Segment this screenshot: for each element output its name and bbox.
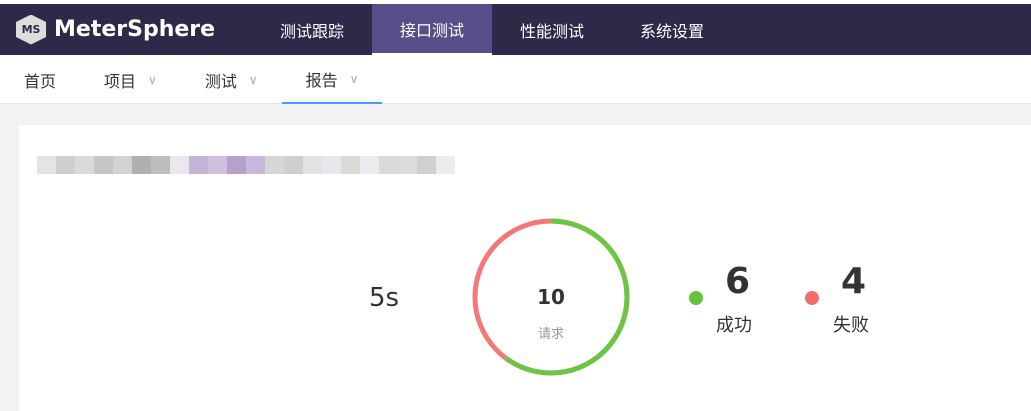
subnav-label: 测试 — [204, 71, 237, 91]
logo-cube-icon: MS — [16, 14, 46, 45]
duration: 5s — [369, 283, 400, 313]
redacted-title — [37, 156, 455, 174]
success-dot-icon — [689, 291, 703, 305]
logo[interactable]: MS MeterSphere — [16, 14, 252, 45]
tab-test-track[interactable]: 测试跟踪 — [252, 4, 372, 55]
chevron-down-icon: ∨ — [248, 72, 258, 87]
fail-label: 失败 — [833, 315, 869, 336]
subnav-label: 报告 — [305, 70, 338, 90]
report-card: 5s 10 请求 6 成功 4 失败 — [19, 125, 1031, 411]
success-label: 成功 — [716, 315, 752, 336]
subnav-report[interactable]: 报告 ∨ — [281, 55, 383, 104]
subnav-label: 项目 — [104, 71, 137, 91]
tab-performance-test[interactable]: 性能测试 — [492, 4, 612, 55]
chevron-down-icon: ∨ — [148, 72, 157, 87]
subnav-project[interactable]: 项目 ∨ — [80, 55, 181, 104]
brand-name: MeterSphere — [54, 17, 216, 42]
total-count: 10 — [537, 285, 565, 309]
subnav-label: 首页 — [24, 71, 57, 91]
success-count: 6 — [725, 261, 751, 302]
fail-count: 4 — [841, 261, 867, 302]
subnav-test[interactable]: 测试 ∨ — [181, 55, 282, 104]
tab-settings[interactable]: 系统设置 — [612, 4, 732, 55]
tab-api-test[interactable]: 接口测试 — [372, 4, 492, 55]
chevron-down-icon: ∨ — [349, 71, 359, 86]
subnav-home[interactable]: 首页 — [0, 55, 80, 104]
top-nav: MS MeterSphere 测试跟踪 接口测试 性能测试 系统设置 — [0, 0, 1031, 55]
sub-nav: 首页 项目 ∨ 测试 ∨ 报告 ∨ — [0, 55, 1031, 104]
total-label: 请求 — [537, 327, 564, 342]
fail-dot-icon — [805, 291, 819, 305]
